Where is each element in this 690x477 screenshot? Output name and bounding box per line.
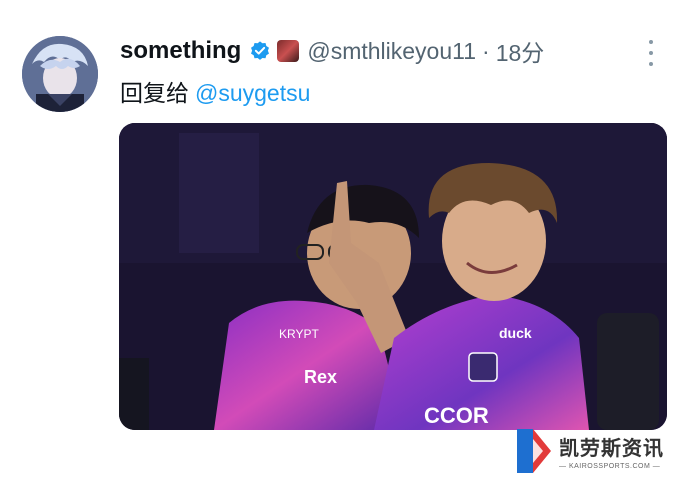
reply-line: 回复给 @suygetsu: [120, 74, 310, 108]
verified-badge-icon: [251, 41, 270, 60]
tweet-media-photo[interactable]: Rex KRYPT duck CCOR: [119, 123, 667, 430]
user-handle[interactable]: @smthlikeyou11: [307, 38, 476, 65]
watermark-name: 凯劳斯资讯: [559, 438, 664, 460]
display-name[interactable]: something: [120, 37, 241, 65]
jersey-text-krypt: KRYPT: [279, 327, 319, 341]
avatar[interactable]: [22, 36, 98, 112]
emoji-badge-icon: [277, 40, 300, 62]
timestamp[interactable]: 18分: [496, 34, 545, 68]
reply-mention-link[interactable]: @suygetsu: [195, 80, 310, 106]
watermark-site: — KAIROSSPORTS.COM —: [559, 463, 661, 470]
jersey-text-rex: Rex: [304, 367, 337, 387]
separator-dot: ·: [482, 37, 490, 64]
watermark: 凯劳斯资讯 — KAIROSSPORTS.COM —: [515, 428, 685, 474]
more-options-icon[interactable]: [641, 40, 661, 66]
jersey-text-duck: duck: [499, 325, 532, 341]
tweet-header: something @smthlikeyou11 · 18分: [120, 34, 544, 68]
kairos-logo-icon: [517, 429, 551, 473]
reply-prefix: 回复给: [120, 80, 189, 106]
jersey-text-ccor: CCOR: [424, 403, 489, 428]
